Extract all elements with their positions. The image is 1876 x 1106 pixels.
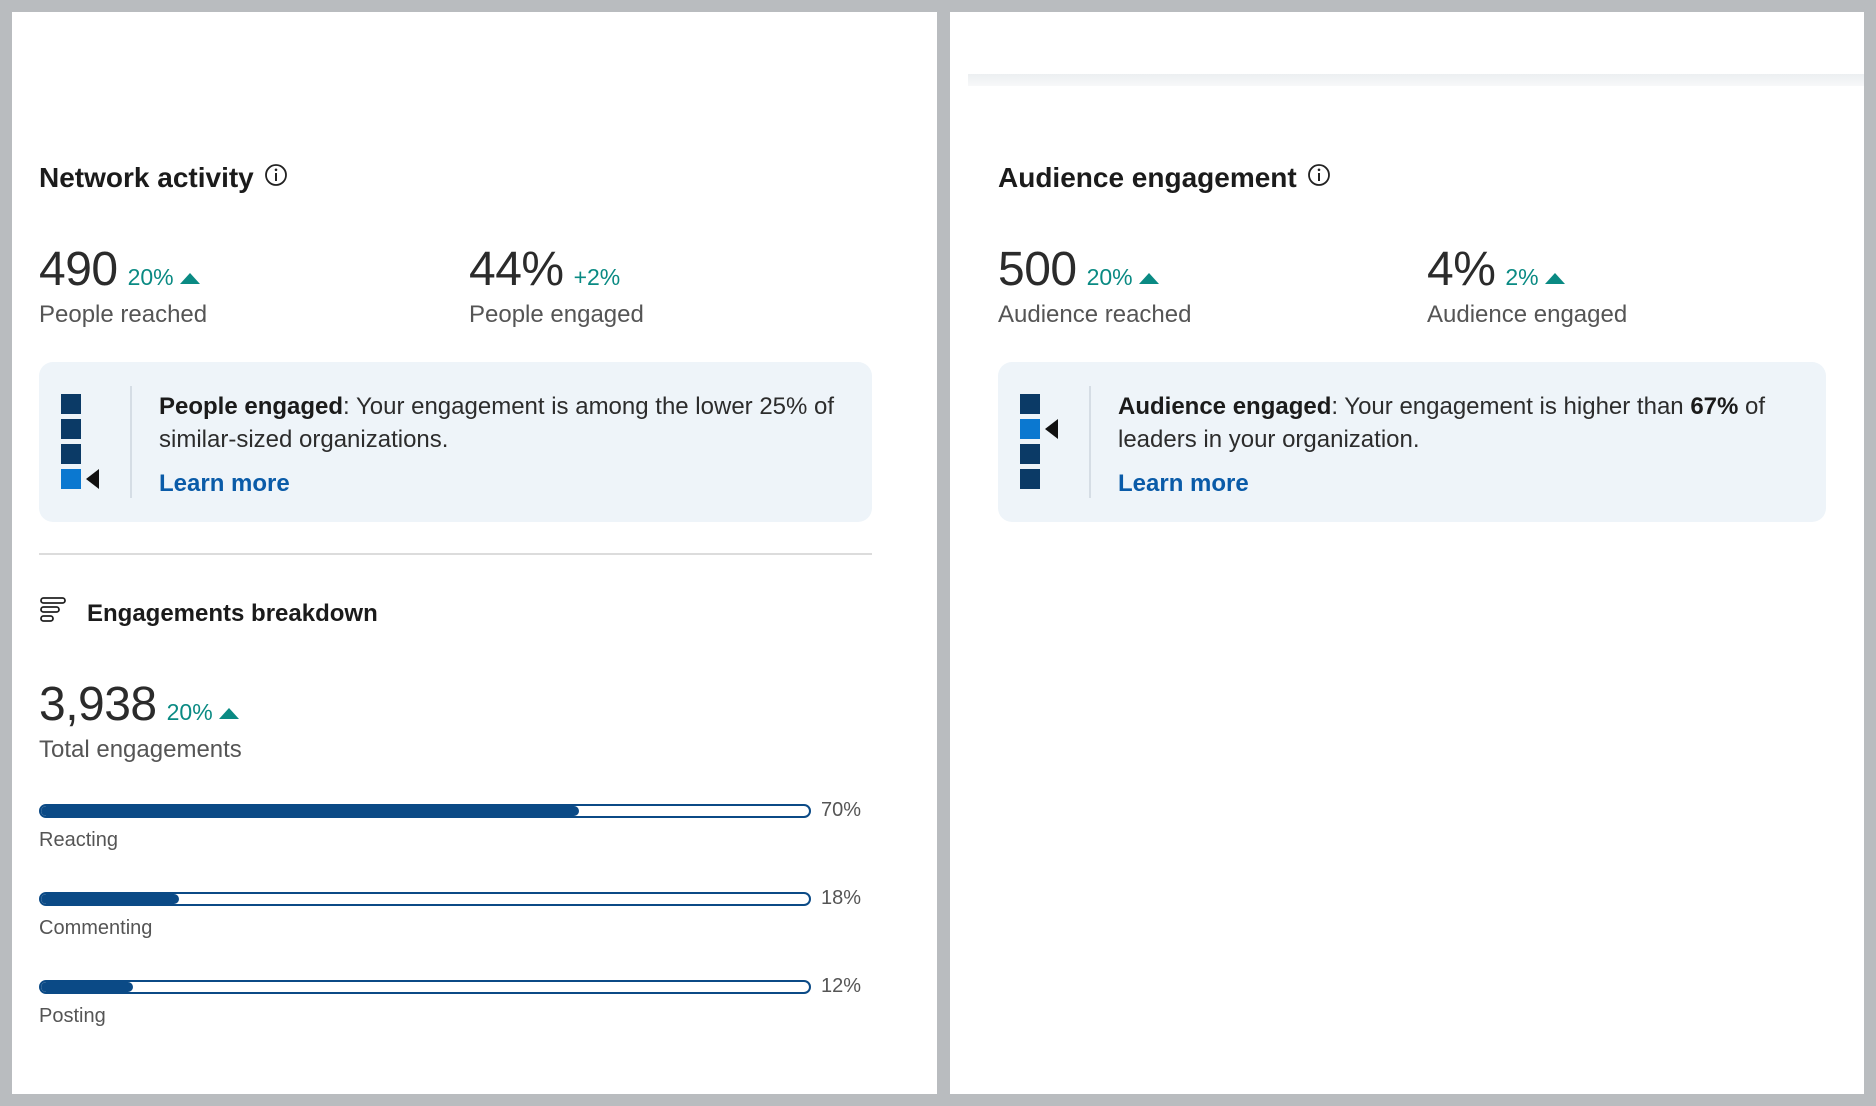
trend-up-icon — [1544, 273, 1565, 284]
network-activity-title-text: Network activity — [39, 162, 254, 193]
trend-up-icon — [1138, 273, 1159, 284]
progress-bar — [39, 892, 811, 906]
people-engaged-value: 44% — [469, 243, 564, 296]
learn-more-link[interactable]: Learn more — [159, 470, 290, 498]
engagements-breakdown-title-text: Engagements breakdown — [87, 599, 378, 627]
audience-reached-metric: 500 20% Audience reached — [998, 242, 1191, 329]
bar-percent: 18% — [821, 887, 862, 909]
audience-engagement-title-text: Audience engagement — [998, 162, 1297, 193]
progress-bar-fill — [41, 806, 579, 816]
callout-text: Audience engaged: Your engagement is hig… — [1118, 390, 1796, 456]
callout-bold: Audience engaged — [1118, 393, 1332, 420]
people-engaged-label: People engaged — [469, 301, 644, 328]
top-bar — [968, 74, 1864, 86]
bar-percent: 12% — [821, 975, 862, 997]
people-reached-delta: 20% — [128, 264, 200, 291]
audience-engaged-callout: Audience engaged: Your engagement is hig… — [998, 362, 1826, 522]
trend-up-icon — [179, 273, 200, 284]
callout-bold-percent: 67% — [1690, 393, 1739, 420]
bar-label: Posting — [39, 1005, 106, 1027]
audience-engaged-label: Audience engaged — [1427, 301, 1628, 328]
total-engagements-value: 3,938 — [39, 678, 157, 731]
learn-more-link[interactable]: Learn more — [1118, 470, 1249, 498]
people-engaged-delta: +2% — [573, 264, 621, 290]
total-engagements-metric: 3,938 20% Total engagements — [39, 677, 242, 764]
ranking-icon — [61, 394, 103, 499]
audience-reached-delta: 20% — [1087, 264, 1159, 291]
progress-bar — [39, 980, 811, 994]
engagements-breakdown-title: Engagements breakdown — [39, 595, 378, 632]
callout-text: People engaged: Your engagement is among… — [159, 390, 842, 456]
progress-bar-fill — [41, 894, 180, 904]
audience-engaged-value: 4% — [1427, 243, 1496, 296]
total-engagements-delta-text: 20% — [166, 699, 213, 725]
callout-divider — [130, 386, 132, 498]
audience-reached-value: 500 — [998, 243, 1077, 296]
bar-label: Reacting — [39, 829, 118, 851]
people-engaged-metric: 44% +2% People engaged — [469, 242, 644, 329]
network-activity-panel: Network activity 490 20% People reached … — [12, 12, 937, 1094]
audience-engaged-delta: 2% — [1505, 264, 1565, 291]
people-reached-label: People reached — [39, 301, 208, 328]
audience-engaged-delta-text: 2% — [1505, 264, 1539, 290]
bar-percent: 70% — [821, 799, 862, 821]
audience-engagement-panel: Audience engagement 500 20% Audience rea… — [950, 12, 1864, 1094]
audience-reached-delta-text: 20% — [1086, 264, 1133, 290]
total-engagements-label: Total engagements — [39, 736, 242, 763]
network-activity-title: Network activity — [39, 162, 288, 194]
callout-body-start: : Your engagement is higher than — [1331, 393, 1691, 420]
ranking-icon — [1020, 394, 1062, 499]
callout-divider — [1089, 386, 1091, 498]
progress-bar-fill — [41, 982, 134, 992]
people-reached-value: 490 — [39, 243, 118, 296]
info-icon[interactable] — [264, 162, 288, 194]
callout-bold: People engaged — [159, 393, 344, 420]
people-reached-delta-text: 20% — [127, 264, 174, 290]
audience-reached-label: Audience reached — [998, 301, 1192, 328]
people-reached-metric: 490 20% People reached — [39, 242, 207, 329]
info-icon[interactable] — [1307, 162, 1331, 194]
progress-bar — [39, 804, 811, 818]
breakdown-icon — [39, 595, 69, 632]
bar-label: Commenting — [39, 917, 153, 939]
section-divider — [39, 553, 872, 555]
audience-engagement-title: Audience engagement — [998, 162, 1331, 194]
trend-up-icon — [218, 708, 239, 719]
audience-engaged-metric: 4% 2% Audience engaged — [1427, 242, 1627, 329]
people-engaged-callout: People engaged: Your engagement is among… — [39, 362, 872, 522]
total-engagements-delta: 20% — [167, 699, 239, 726]
